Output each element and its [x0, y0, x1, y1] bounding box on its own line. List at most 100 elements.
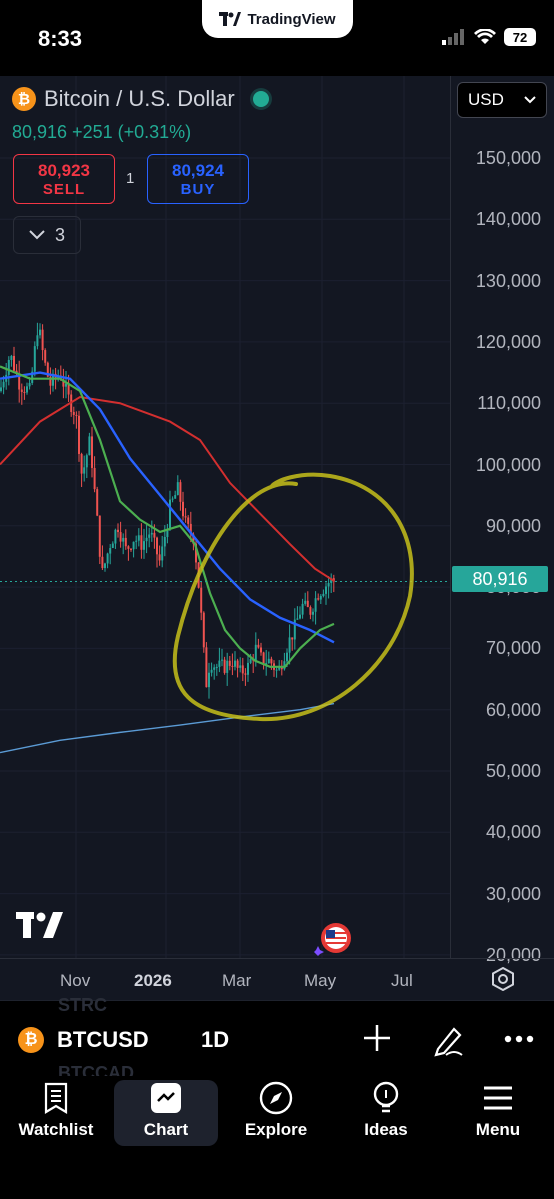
price-plot[interactable]: [0, 76, 450, 958]
price-tick: 110,000: [477, 393, 541, 414]
nav-explore[interactable]: Explore: [224, 1080, 328, 1146]
watchlist-ghost-symbol: STRC: [58, 995, 107, 1015]
candle-body: [111, 543, 114, 549]
candle-body: [132, 541, 135, 550]
battery-icon: 72: [504, 28, 536, 46]
candle-body: [247, 662, 249, 675]
ma-blue-line: [0, 371, 335, 644]
status-time: 8:33: [38, 26, 83, 51]
candle-body: [72, 412, 75, 415]
candle-body: [101, 556, 104, 569]
candle-body: [85, 455, 88, 468]
candle-body: [176, 482, 179, 496]
time-tick: Nov: [60, 971, 91, 990]
candle-body: [319, 596, 322, 600]
chart-area[interactable]: 150,000 140,000 130,000 120,000 110,000 100,0…: [0, 76, 554, 1000]
candle-body: [137, 535, 140, 541]
ma-long-line: [0, 702, 335, 754]
candle-body: [200, 587, 203, 613]
candle-body: [96, 489, 99, 516]
price-tick: 120,000: [475, 331, 541, 352]
candle-body: [122, 537, 125, 542]
candle-body: [7, 359, 10, 375]
time-tick: May: [304, 971, 337, 990]
chart-settings-icon[interactable]: [492, 967, 514, 991]
indicators-toggle[interactable]: 3: [13, 216, 81, 254]
candle-body: [301, 603, 304, 615]
candle-body: [234, 660, 236, 667]
currency-select[interactable]: USD: [457, 82, 547, 118]
watchlist-icon: [44, 1082, 68, 1114]
candle-body: [148, 534, 151, 538]
price-quote: 80,916 +251 (+0.31%): [12, 122, 192, 142]
price-tick: 60,000: [485, 699, 541, 720]
candle-body: [327, 583, 330, 587]
candle-body: [184, 516, 187, 518]
lightbulb-icon: [373, 1081, 399, 1113]
symbol-header[interactable]: ₿ Bitcoin / U.S. Dollar: [12, 86, 269, 112]
candle-body: [163, 536, 166, 547]
plus-icon[interactable]: [362, 1023, 392, 1053]
us-economic-event-icon[interactable]: [314, 922, 356, 956]
bottom-nav: Watchlist Chart Explore Ideas Menu: [0, 1076, 554, 1199]
last-price-label: 80,916: [452, 566, 548, 592]
nav-label: Chart: [143, 1120, 189, 1139]
currency-value: USD: [468, 90, 504, 109]
nav-menu[interactable]: Menu: [446, 1080, 550, 1146]
buy-button[interactable]: 80,924 BUY: [147, 154, 249, 204]
price-tick: 130,000: [475, 270, 541, 291]
ma-green-line: [0, 365, 335, 668]
candle-body: [109, 548, 112, 554]
nav-watchlist[interactable]: Watchlist: [4, 1080, 108, 1146]
price-axis[interactable]: 150,000 140,000 130,000 120,000 110,000 100,0…: [450, 76, 554, 965]
candle-body: [156, 537, 158, 555]
candle-body: [33, 346, 36, 372]
candle-body: [150, 532, 153, 535]
candle-body: [215, 666, 218, 668]
candle-body: [221, 659, 223, 661]
price-tick: 50,000: [485, 761, 541, 781]
candle-body: [0, 387, 2, 391]
candle-body: [36, 335, 39, 347]
candle-body: [179, 482, 182, 502]
price-tick: 150,000: [475, 148, 541, 168]
candle-body: [93, 467, 96, 490]
candle-body: [267, 658, 270, 664]
candle-body: [171, 498, 174, 500]
candle-body: [241, 665, 244, 674]
status-icons: 72: [442, 28, 536, 46]
candle-body: [304, 600, 307, 604]
time-tick: 2026: [134, 971, 172, 990]
signal-icon: [442, 29, 464, 45]
interval-button[interactable]: 1D: [201, 1027, 229, 1053]
candle-body: [26, 386, 28, 393]
app-pill[interactable]: TradingView: [202, 0, 353, 38]
time-tick: Mar: [222, 971, 252, 990]
candle-body: [10, 355, 13, 360]
candle-body: [322, 593, 325, 597]
candle-body: [119, 532, 122, 542]
buy-label: BUY: [180, 180, 216, 198]
symbol-title: Bitcoin / U.S. Dollar: [44, 86, 235, 111]
bitcoin-icon: ₿: [12, 87, 36, 111]
time-tick: Jul: [391, 971, 413, 990]
candle-body: [314, 598, 317, 612]
more-icon[interactable]: [504, 1035, 534, 1043]
annotation-ellipse[interactable]: [172, 472, 414, 722]
drawing-tools-icon[interactable]: [432, 1023, 466, 1057]
candle-body: [2, 381, 5, 388]
symbol-button[interactable]: BTCUSD: [57, 1027, 149, 1053]
price-tick: 40,000: [485, 822, 541, 843]
candle-body: [312, 611, 314, 615]
candle-body: [208, 672, 210, 688]
candle-body: [117, 529, 119, 533]
candle-body: [169, 499, 171, 529]
sell-button[interactable]: 80,923 SELL: [13, 154, 115, 204]
candle-body: [254, 644, 257, 661]
candle-body: [296, 618, 299, 620]
nav-chart[interactable]: Chart: [114, 1080, 218, 1146]
candle-body: [244, 673, 247, 675]
candle-body: [239, 665, 242, 668]
order-quantity[interactable]: 1: [126, 170, 134, 187]
nav-ideas[interactable]: Ideas: [334, 1080, 438, 1146]
